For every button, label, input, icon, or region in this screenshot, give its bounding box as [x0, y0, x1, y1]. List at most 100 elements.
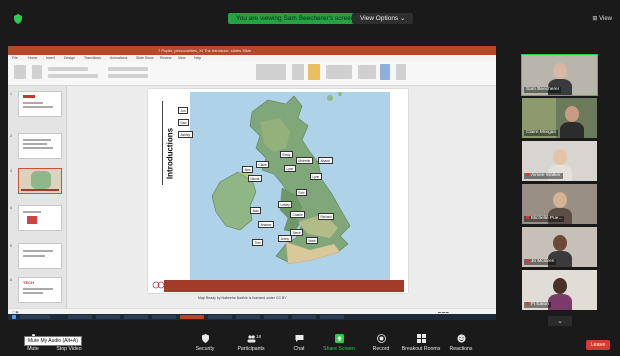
system-tray[interactable]	[448, 315, 488, 319]
find-replace-icon[interactable]	[358, 65, 376, 79]
dictate-icon[interactable]	[380, 64, 390, 80]
participant-tile[interactable]: Sam Beecherer	[521, 54, 598, 96]
grid-icon	[416, 334, 426, 343]
slide-thumbnail[interactable]	[18, 205, 62, 231]
taskbar-app[interactable]	[264, 315, 288, 319]
meeting-toolbar: Mute Stop Video Security Participants 18…	[0, 326, 620, 356]
reactions-button[interactable]: Reactions	[436, 334, 486, 352]
tab-design[interactable]: Design	[64, 56, 75, 60]
slide-thumbnail-selected[interactable]	[18, 168, 62, 194]
taskbar-app[interactable]	[236, 315, 260, 319]
taskbar-app[interactable]	[320, 315, 344, 319]
record-icon	[376, 334, 386, 343]
slide-thumbnail[interactable]: TECH	[18, 277, 62, 303]
tab-file[interactable]: File	[12, 56, 18, 60]
leave-button[interactable]: Leave	[586, 340, 610, 350]
smiley-icon	[457, 334, 465, 343]
name-tag: Richard	[318, 213, 334, 220]
start-icon[interactable]	[12, 315, 16, 319]
participants-count: 18	[256, 334, 262, 339]
window-title: 7 Pupils_personalities_Xt The Introduce,…	[158, 48, 252, 53]
name-tag: Nicola	[248, 175, 262, 182]
current-slide[interactable]: Introductions Jon Dan Ashley Emily Miche…	[148, 89, 408, 293]
quick-styles-icon[interactable]	[308, 64, 320, 80]
windows-taskbar	[8, 314, 496, 320]
tab-help[interactable]: Help	[194, 56, 201, 60]
participants-button[interactable]: Participants	[226, 334, 276, 352]
name-tag: Claire	[256, 161, 270, 168]
thumb-brand: TECH	[23, 280, 34, 285]
participant-tile[interactable]: Claire Morgan	[522, 98, 597, 138]
shape-fill-icon[interactable]	[326, 65, 352, 79]
name-tag: Ashley	[178, 131, 193, 138]
participant-name: Michelle Pue...	[531, 216, 563, 221]
taskbar-app[interactable]	[208, 315, 232, 319]
participant-name: Fi Eaton	[531, 302, 549, 307]
participant-name: Jo Mclaren	[531, 259, 555, 264]
slide-footer-bar	[164, 280, 404, 292]
people-icon	[247, 335, 255, 343]
name-tag: Jenny	[278, 235, 292, 242]
logo-icon	[152, 281, 166, 290]
name-tag: Andrew	[258, 221, 274, 228]
uk-ireland-map	[211, 92, 351, 265]
slide-heading: Introductions	[165, 127, 175, 180]
name-tag: Jon	[178, 107, 189, 114]
participant-tile[interactable]: Jo Mclaren	[522, 227, 597, 267]
taskbar-app[interactable]	[96, 315, 120, 319]
slide-thumbnails: 1 2 3 4 5 6 TECH	[8, 86, 67, 308]
new-slide-icon[interactable]	[32, 65, 42, 79]
taskbar-app-powerpoint[interactable]	[180, 315, 204, 319]
taskbar-app[interactable]	[68, 315, 92, 319]
tab-slide-show[interactable]: Slide Show	[136, 56, 154, 60]
taskbar-app[interactable]	[124, 315, 148, 319]
tab-view[interactable]: View	[178, 56, 186, 60]
tab-review[interactable]: Review	[160, 56, 171, 60]
name-tag: Alex	[242, 166, 254, 173]
slide-thumbnail[interactable]	[18, 91, 62, 117]
map-background	[190, 92, 390, 282]
arrange-icon[interactable]	[292, 64, 304, 80]
name-tag: Charlie	[290, 211, 306, 218]
tab-transitions[interactable]: Transitions	[84, 56, 101, 60]
font-format-controls[interactable]	[48, 74, 98, 78]
muted-mic-icon	[526, 216, 529, 219]
alignment-controls[interactable]	[108, 74, 148, 78]
view-options-button[interactable]: View Options ⌄	[352, 13, 414, 24]
name-tag: Alyson	[318, 157, 333, 164]
font-selector[interactable]	[48, 67, 88, 71]
participant-tile[interactable]: Aimee Walker	[522, 141, 597, 181]
muted-mic-icon	[526, 173, 529, 176]
shapes-icon[interactable]	[256, 64, 286, 80]
tab-insert[interactable]: Insert	[46, 56, 55, 60]
slide-thumbnail[interactable]	[18, 243, 62, 269]
slide-thumbnail[interactable]	[18, 133, 62, 159]
designer-icon[interactable]	[396, 64, 406, 80]
taskbar-app[interactable]	[152, 315, 176, 319]
shield-icon[interactable]	[14, 14, 22, 24]
name-tag: Lynn	[284, 165, 296, 172]
name-tag: Lesley	[278, 201, 293, 208]
muted-mic-icon	[526, 259, 529, 262]
taskbar-app[interactable]	[292, 315, 316, 319]
tab-home[interactable]: Home	[28, 56, 37, 60]
powerpoint-title-bar: 7 Pupils_personalities_Xt The Introduce,…	[8, 46, 496, 55]
name-tag: Mark	[306, 237, 319, 244]
taskbar-search[interactable]	[20, 315, 50, 319]
shield-icon	[201, 334, 209, 343]
tab-animations[interactable]: Animations	[110, 56, 127, 60]
view-mode-button[interactable]: ⊞ View	[592, 15, 612, 22]
chat-icon	[295, 335, 303, 342]
paste-icon[interactable]	[14, 65, 26, 79]
name-tag: Dan	[178, 119, 189, 126]
participant-tile[interactable]: Fi Eaton	[522, 270, 597, 310]
mute-tooltip: Mute My Audio (Alt+A)	[24, 336, 82, 346]
name-tag: Emily	[280, 151, 293, 158]
participant-name: Sam Beecherer	[526, 87, 560, 92]
image-citation[interactable]: Map Ready by Nabeeha Nadhie is licensed …	[198, 296, 287, 300]
participant-tile[interactable]: Michelle Pue...	[522, 184, 597, 224]
paragraph-controls[interactable]	[108, 67, 148, 71]
participant-name: Claire Morgan	[526, 130, 557, 135]
security-button[interactable]: Security	[180, 334, 230, 352]
shared-screen: 7 Pupils_personalities_Xt The Introduce,…	[8, 46, 496, 320]
